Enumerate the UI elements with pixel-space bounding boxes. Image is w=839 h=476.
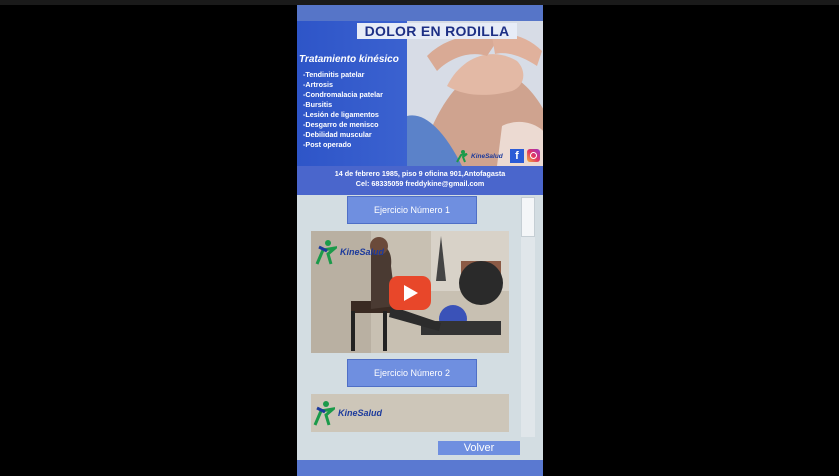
exercise-2-button[interactable]: Ejercicio Número 2 xyxy=(347,359,477,387)
list-item: -Post operado xyxy=(303,140,352,149)
exercise-1-button[interactable]: Ejercicio Número 1 xyxy=(347,196,477,224)
kinesalud-logo: KineSalud xyxy=(455,149,503,163)
kinesalud-logo-icon xyxy=(315,240,337,265)
logo-text: KineSalud xyxy=(471,152,503,160)
promo-banner: DOLOR EN RODILLA Tratamiento kinésico -T… xyxy=(297,21,543,166)
contact-info: 14 de febrero 1985, piso 9 oficina 901,A… xyxy=(297,169,543,189)
video-logo-text: KineSalud xyxy=(340,247,385,257)
instagram-icon[interactable] xyxy=(527,149,540,162)
footer-bar xyxy=(297,460,543,476)
exercise-1-video[interactable]: KineSalud xyxy=(311,231,509,353)
list-item: -Bursitis xyxy=(303,100,333,109)
list-item: -Tendinitis patelar xyxy=(303,70,365,79)
video-logo: KineSalud xyxy=(313,400,382,426)
conditions-list: -Tendinitis patelar -Artrosis -Condromal… xyxy=(303,70,383,150)
knee-photo-icon xyxy=(407,21,543,166)
play-icon[interactable] xyxy=(389,276,431,310)
exercise-2-video[interactable]: KineSalud xyxy=(311,394,509,432)
kinesalud-logo-icon xyxy=(313,401,335,426)
app-screen: DOLOR EN RODILLA Tratamiento kinésico -T… xyxy=(297,5,543,476)
address-text: 14 de febrero 1985, piso 9 oficina 901,A… xyxy=(334,169,506,178)
list-item: -Desgarro de menisco xyxy=(303,120,379,129)
header-banner: DOLOR EN RODILLA Tratamiento kinésico -T… xyxy=(297,5,543,195)
facebook-icon[interactable]: f xyxy=(510,149,524,163)
scrollbar-thumb[interactable] xyxy=(521,197,535,237)
phone-email-text: Cel: 68335059 freddykine@gmail.com xyxy=(355,179,485,188)
exercise-list[interactable]: Ejercicio Número 1 KineSalud Ejercicio N… xyxy=(297,195,543,457)
treatment-title: Tratamiento kinésico xyxy=(299,54,399,65)
list-item: -Artrosis xyxy=(303,80,333,89)
video-logo: KineSalud xyxy=(315,239,384,265)
kinesalud-logo-icon xyxy=(456,150,468,163)
header-strip xyxy=(297,5,543,21)
list-item: -Debilidad muscular xyxy=(303,130,372,139)
page-title: DOLOR EN RODILLA xyxy=(357,23,517,39)
back-button[interactable]: Volver xyxy=(438,441,520,455)
list-item: -Condromalacia patelar xyxy=(303,90,383,99)
list-item: -Lesión de ligamentos xyxy=(303,110,379,119)
video-logo-text: KineSalud xyxy=(338,408,383,418)
